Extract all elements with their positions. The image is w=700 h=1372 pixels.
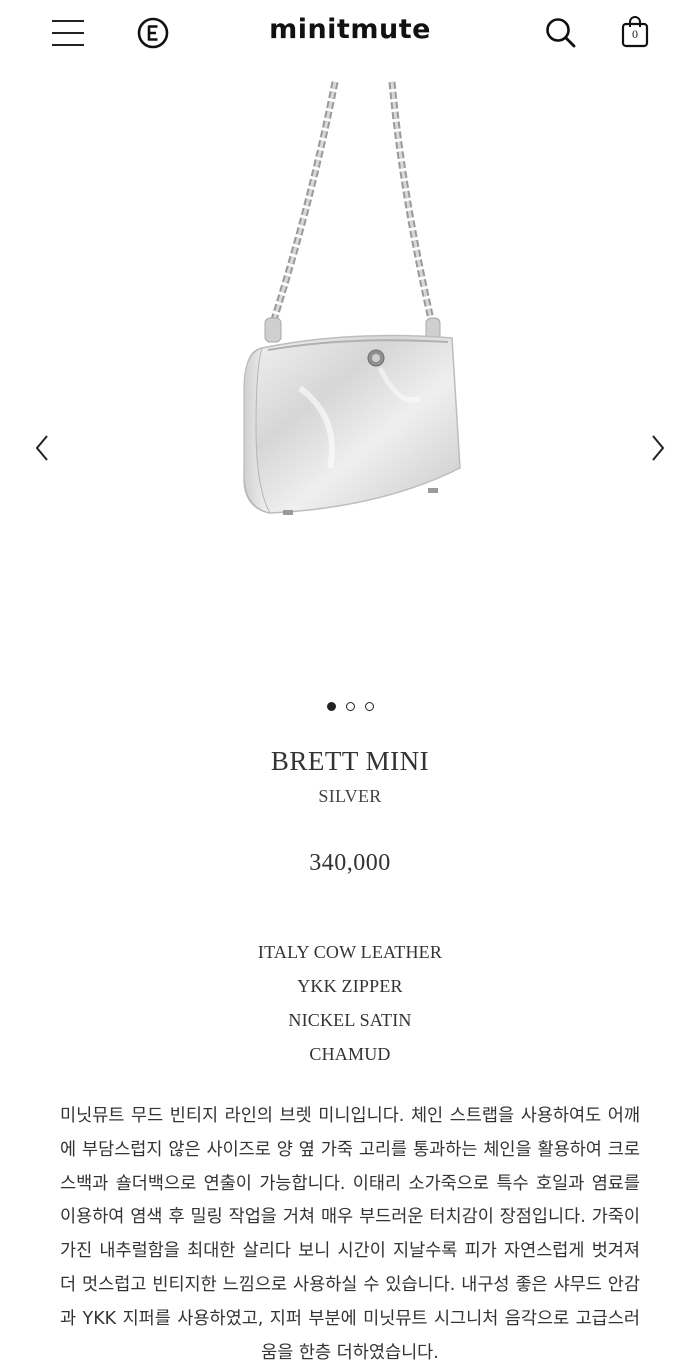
product-gallery[interactable] (0, 68, 700, 678)
spec-item: CHAMUD (309, 1044, 391, 1064)
site-header: minitmute 0 (0, 0, 700, 68)
product-price: 340,000 (309, 850, 391, 876)
product-title: BRETT MINI (270, 746, 430, 776)
product-description: 미닛뮤트 무드 빈티지 라인의 브렛 미니입니다. 체인 스트랩을 사용하여도 … (60, 1106, 640, 1363)
pagination-dot-1[interactable] (326, 702, 336, 711)
search-icon[interactable] (544, 16, 578, 50)
spec-item: NICKEL SATIN (288, 1010, 412, 1030)
pagination-dot-3[interactable] (364, 702, 374, 711)
chevron-left-icon[interactable] (30, 430, 54, 466)
brand-logo[interactable]: minitmute (0, 14, 700, 45)
product-specs: ITALY COW LEATHER YKK ZIPPER NICKEL SATI… (0, 935, 700, 1071)
cart-button[interactable]: 0 (619, 14, 651, 50)
gallery-pagination (0, 698, 700, 716)
product-image (243, 81, 461, 515)
spec-item: YKK ZIPPER (297, 976, 403, 996)
spec-item: ITALY COW LEATHER (257, 942, 443, 962)
product-color: SILVER (318, 786, 382, 806)
hamburger-icon (52, 20, 84, 22)
menu-button[interactable] (52, 18, 84, 48)
chevron-right-icon[interactable] (646, 430, 670, 466)
brand-e-logo-icon[interactable] (137, 17, 169, 49)
cart-count: 0 (632, 27, 638, 41)
pagination-dot-2[interactable] (345, 702, 355, 711)
